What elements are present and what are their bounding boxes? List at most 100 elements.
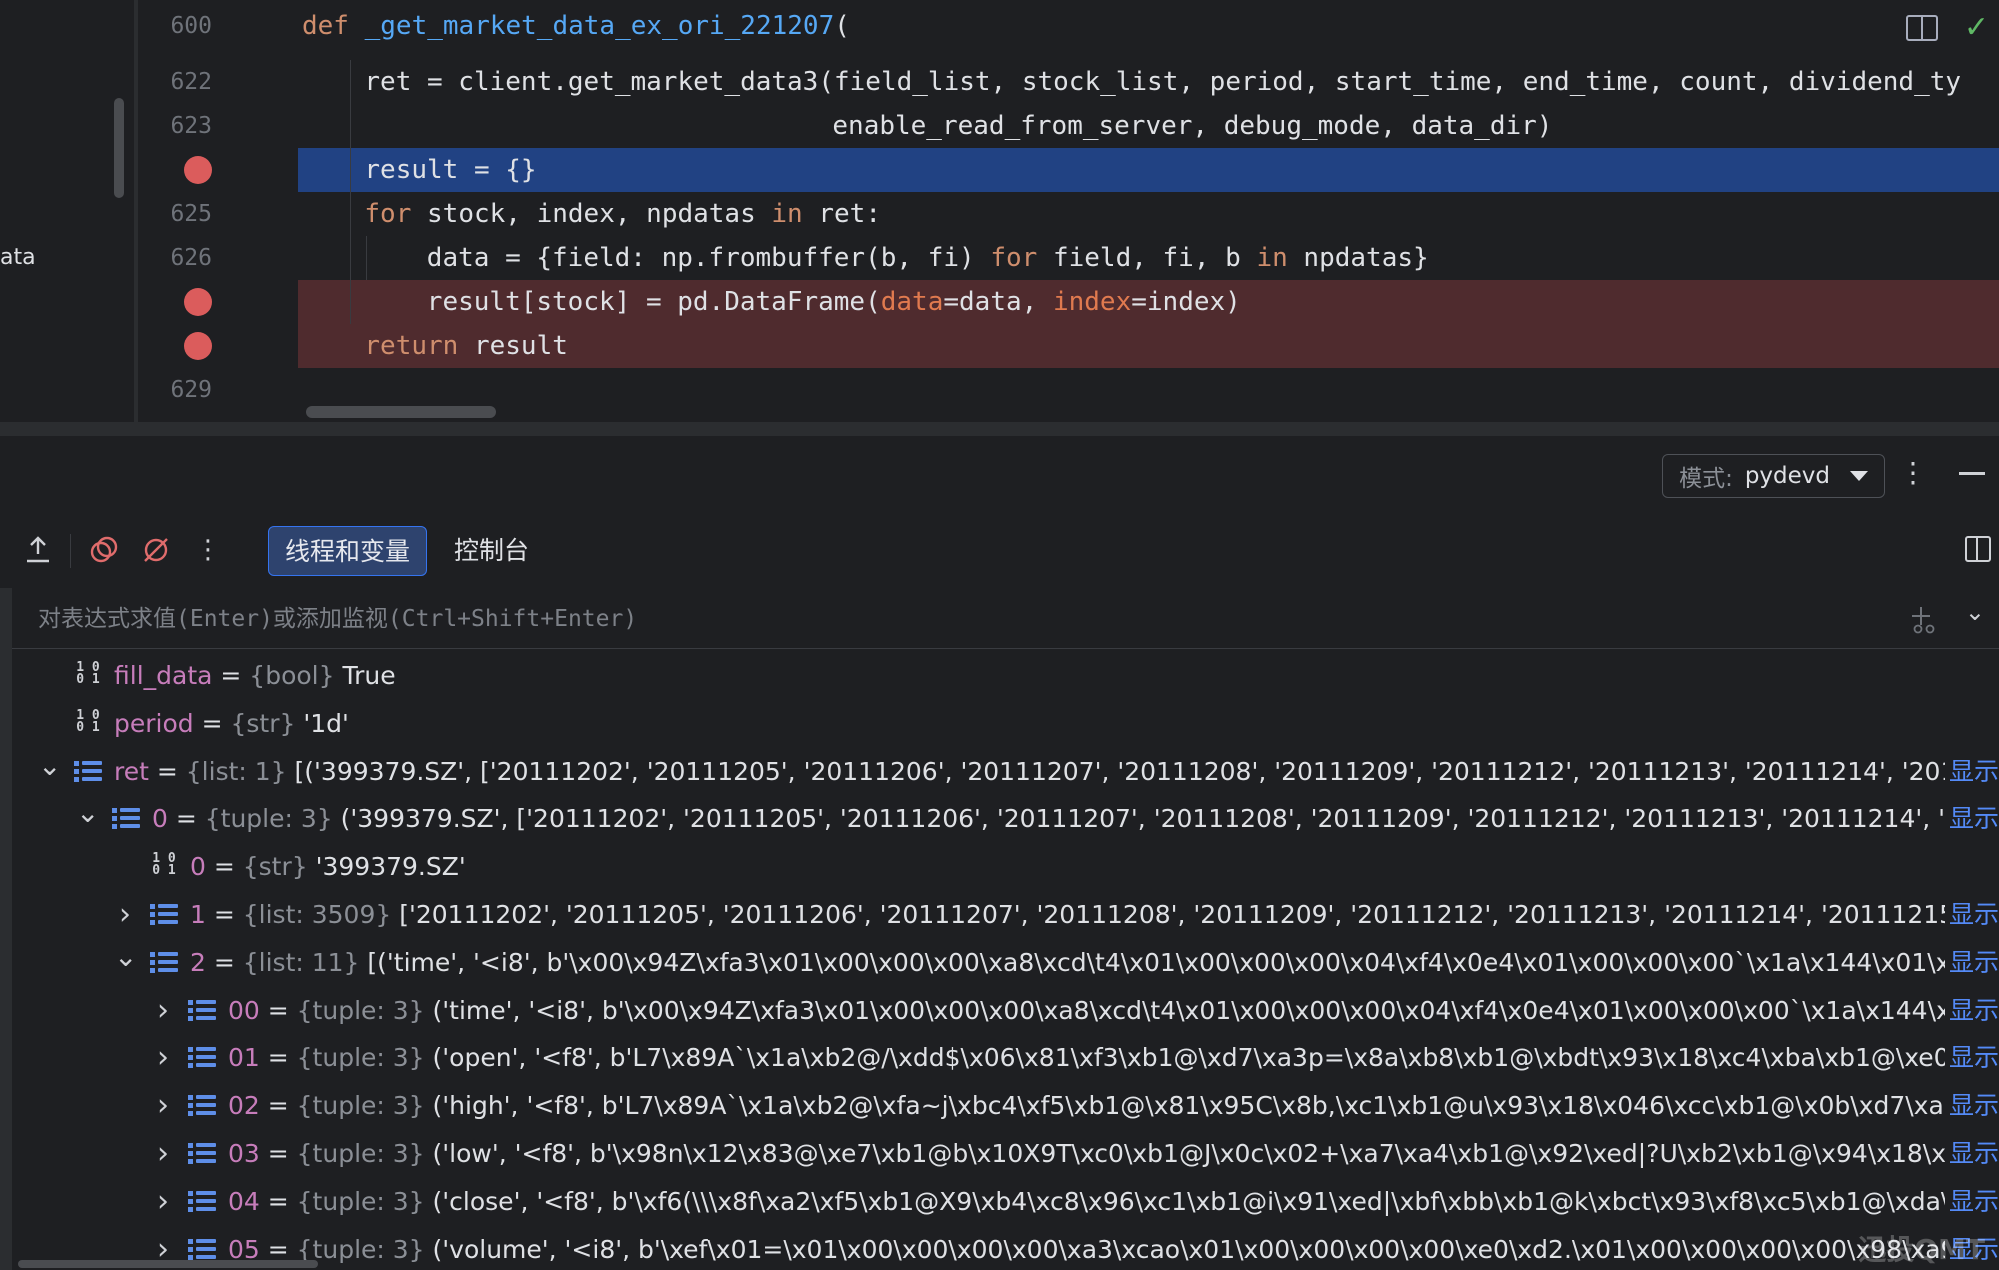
view-breakpoints-icon[interactable] — [86, 532, 122, 568]
show-value-link[interactable]: 显示 — [1944, 1082, 1999, 1130]
show-value-link[interactable]: 显示 — [1944, 1034, 1999, 1082]
variable-text: 2 = {list: 11} [('time', '<i8', b'\x00\x… — [190, 939, 1959, 987]
code-text: result[stock] = pd.DataFrame(data=data, … — [427, 280, 1241, 324]
show-value-link[interactable]: 显示 — [1944, 1178, 1999, 1226]
panel-scrollbar[interactable] — [114, 98, 124, 198]
evaluate-expression-input[interactable] — [36, 598, 1890, 640]
breakpoint-icon[interactable] — [184, 288, 212, 316]
breakpoint-icon[interactable] — [184, 156, 212, 184]
more-options-icon[interactable]: ⋮ — [190, 532, 226, 568]
collection-icon — [188, 1044, 216, 1072]
line-number: 629 — [170, 377, 212, 403]
watermark: 迅投QMT — [1858, 1233, 1985, 1266]
variable-row[interactable]: 1 00 1 fill_data = {bool} True — [12, 652, 1999, 700]
variable-row[interactable]: ⌄ ret = {list: 1} [('399379.SZ', ['201112… — [12, 748, 1999, 796]
variable-name: 1 — [190, 900, 206, 929]
variable-row[interactable]: ⌄ 2 = {list: 11} [('time', '<i8', b'\x00\… — [12, 939, 1999, 987]
collection-icon — [150, 901, 178, 929]
variable-type: {str} — [242, 852, 308, 881]
frames-panel-edge[interactable] — [0, 588, 12, 1270]
code-token: ret: — [818, 199, 881, 229]
show-value-link[interactable]: 显示 — [1944, 795, 1999, 843]
panel-separator[interactable] — [0, 422, 1999, 436]
code-token: =index) — [1131, 287, 1241, 317]
chevron-down-icon[interactable]: ⌄ — [1965, 598, 1985, 626]
variable-row[interactable]: ⌄ 0 = {tuple: 3} ('399379.SZ', ['20111202… — [12, 795, 1999, 843]
variable-row[interactable]: › 03 = {tuple: 3} ('low', '<f8', b'\x98n\… — [12, 1130, 1999, 1178]
variable-row[interactable]: 1 00 1 period = {str} '1d' — [12, 700, 1999, 748]
variable-name: 00 — [228, 996, 260, 1025]
variable-type: {list: 1} — [185, 757, 287, 786]
code-line[interactable]: def _get_market_data_ex_ori_221207( — [298, 4, 1999, 48]
variable-row[interactable]: › 04 = {tuple: 3} ('close', '<f8', b'\xf6… — [12, 1178, 1999, 1226]
chevron-right-icon[interactable]: › — [152, 1130, 174, 1178]
equals-sign: = — [259, 1187, 297, 1216]
variable-type: {tuple: 3} — [296, 1043, 425, 1072]
tab-threads-variables[interactable]: 线程和变量 — [268, 526, 428, 576]
show-value-link[interactable]: 显示 — [1944, 748, 1999, 796]
collection-icon — [74, 758, 102, 786]
code-line[interactable]: enable_read_from_server, debug_mode, dat… — [298, 104, 1999, 148]
chevron-right-icon[interactable]: › — [152, 1082, 174, 1130]
editor-horizontal-scrollbar[interactable] — [306, 406, 496, 418]
code-line[interactable]: result = {} — [298, 148, 1999, 192]
indent-guide — [366, 236, 367, 280]
collection-icon — [188, 997, 216, 1025]
inspection-ok-icon[interactable]: ✓ — [1964, 13, 1989, 43]
variable-type: {list: 3509} — [242, 900, 392, 929]
variable-text: 0 = {tuple: 3} ('399379.SZ', ['20111202'… — [152, 795, 1959, 843]
equals-sign: = — [212, 661, 250, 690]
code-line[interactable]: for stock, index, npdatas in ret: — [298, 192, 1999, 236]
export-threads-icon[interactable] — [20, 532, 56, 568]
chevron-right-icon[interactable]: › — [152, 1178, 174, 1226]
chevron-down-icon[interactable]: ⌄ — [76, 795, 99, 837]
line-number: 625 — [170, 201, 212, 227]
chevron-down-icon[interactable]: ⌄ — [38, 748, 61, 790]
variable-type: {tuple: 3} — [296, 1139, 425, 1168]
variable-row[interactable]: 1 00 1 0 = {str} '399379.SZ' — [12, 843, 1999, 891]
variable-name: fill_data — [114, 661, 213, 690]
editor-gutter[interactable]: 600 622 623 625 626 629 — [146, 0, 298, 422]
variable-row[interactable]: › 00 = {tuple: 3} ('time', '<i8', b'\x00\… — [12, 987, 1999, 1035]
add-watch-icon[interactable] — [1909, 604, 1939, 641]
mode-value: pydevd — [1744, 463, 1830, 489]
minimize-icon[interactable] — [1959, 472, 1985, 475]
code-line[interactable]: result[stock] = pd.DataFrame(data=data, … — [298, 280, 1999, 324]
mute-breakpoints-icon[interactable] — [138, 532, 174, 568]
variable-text: ret = {list: 1} [('399379.SZ', ['2011120… — [114, 748, 1959, 796]
variables-tree[interactable]: 1 00 1 fill_data = {bool} True 1 00 1 perio… — [12, 648, 1999, 1270]
chevron-down-icon — [1850, 471, 1868, 481]
variable-value: '1d' — [303, 709, 349, 738]
breakpoint-icon[interactable] — [184, 332, 212, 360]
variables-horizontal-scrollbar[interactable] — [18, 1260, 318, 1268]
show-value-link[interactable]: 显示 — [1944, 891, 1999, 939]
layout-settings-icon[interactable] — [1965, 536, 1991, 562]
line-number: 626 — [170, 245, 212, 271]
show-value-link[interactable]: 显示 — [1944, 939, 1999, 987]
variable-row[interactable]: › 1 = {list: 3509} ['20111202', '20111205… — [12, 891, 1999, 939]
chevron-right-icon[interactable]: › — [114, 891, 136, 939]
variable-type: {list: 11} — [242, 948, 360, 977]
variable-text: 03 = {tuple: 3} ('low', '<f8', b'\x98n\x… — [228, 1130, 1959, 1178]
more-options-icon[interactable]: ⋮ — [1899, 456, 1927, 489]
panel-item-label[interactable]: ata — [0, 245, 36, 270]
show-value-link[interactable]: 显示 — [1944, 1130, 1999, 1178]
collection-icon — [188, 1188, 216, 1216]
code-line[interactable]: return result — [298, 324, 1999, 368]
code-editor[interactable]: def _get_market_data_ex_ori_221207(ret =… — [298, 0, 1999, 422]
debugger-mode-select[interactable]: 模式: pydevd — [1662, 454, 1885, 498]
variable-text: 05 = {tuple: 3} ('volume', '<i8', b'\xef… — [228, 1226, 1959, 1270]
variable-row[interactable]: › 02 = {tuple: 3} ('high', '<f8', b'L7\x8… — [12, 1082, 1999, 1130]
show-value-link[interactable]: 显示 — [1944, 987, 1999, 1035]
chevron-right-icon[interactable]: › — [152, 987, 174, 1035]
code-line[interactable] — [298, 368, 1999, 412]
chevron-down-icon[interactable]: ⌄ — [114, 939, 137, 981]
tab-console[interactable]: 控制台 — [440, 526, 543, 576]
chevron-right-icon[interactable]: › — [152, 1034, 174, 1082]
reader-mode-icon[interactable] — [1905, 15, 1938, 41]
code-line[interactable]: ret = client.get_market_data3(field_list… — [298, 60, 1999, 104]
variable-row[interactable]: › 01 = {tuple: 3} ('open', '<f8', b'L7\x8… — [12, 1034, 1999, 1082]
code-line[interactable]: data = {field: np.frombuffer(b, fi) for … — [298, 236, 1999, 280]
